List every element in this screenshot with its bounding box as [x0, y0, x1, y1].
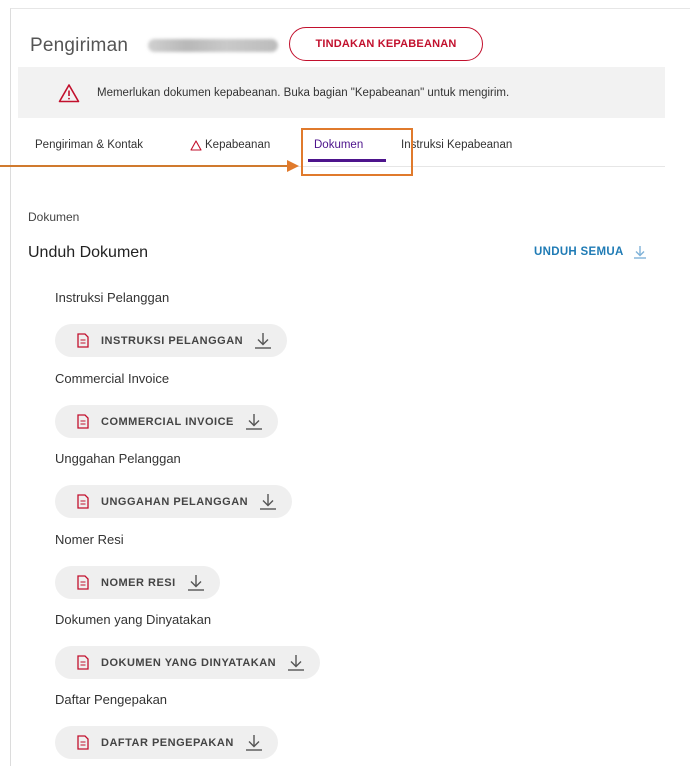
document-item: Dokumen yang Dinyatakan DOKUMEN YANG DIN…: [55, 612, 321, 679]
document-button-label: UNGGAHAN PELANGGAN: [101, 495, 249, 508]
download-icon: [253, 332, 273, 350]
document-button-label: COMMERCIAL INVOICE: [101, 415, 234, 428]
download-icon: [244, 734, 264, 752]
section-title: Unduh Dokumen: [28, 244, 149, 261]
section-label: Dokumen: [28, 210, 80, 224]
pdf-file-icon: [77, 414, 89, 429]
document-download-button[interactable]: INSTRUKSI PELANGGAN: [55, 324, 288, 357]
page-title: Pengiriman: [30, 35, 129, 56]
pdf-file-icon: [77, 735, 89, 750]
customs-action-button[interactable]: TINDAKAN KEPABEANAN: [289, 27, 483, 61]
document-button-label: INSTRUKSI PELANGGAN: [101, 334, 244, 347]
document-item: Nomer Resi NOMER RESI: [55, 532, 220, 599]
document-label: Unggahan Pelanggan: [55, 451, 181, 466]
tab-shipment-contact[interactable]: Pengiriman & Kontak: [35, 139, 143, 151]
annotation-pointer-line: [0, 165, 288, 167]
warning-icon: [190, 139, 202, 151]
warning-icon: [58, 83, 80, 103]
document-download-button[interactable]: NOMER RESI: [55, 566, 220, 599]
document-download-button[interactable]: DAFTAR PENGEPAKAN: [55, 726, 278, 759]
download-all-label: UNDUH SEMUA: [534, 246, 624, 258]
tab-customs-label: Kepabeanan: [205, 139, 271, 151]
annotation-arrow-icon: [287, 160, 299, 172]
customs-alert: Memerlukan dokumen kepabeanan. Buka bagi…: [18, 67, 665, 118]
document-label: Commercial Invoice: [55, 371, 170, 386]
pdf-file-icon: [77, 575, 89, 590]
download-all-button[interactable]: UNDUH SEMUA: [534, 244, 648, 260]
document-download-button[interactable]: UNGGAHAN PELANGGAN: [55, 485, 293, 518]
document-label: Instruksi Pelanggan: [55, 290, 170, 305]
document-download-button[interactable]: COMMERCIAL INVOICE: [55, 405, 278, 438]
document-item: Commercial Invoice COMMERCIAL INVOICE: [55, 371, 278, 438]
download-icon: [258, 493, 278, 511]
document-button-label: DOKUMEN YANG DINYATAKAN: [101, 656, 277, 669]
document-item: Instruksi Pelanggan INSTRUKSI PELANGGAN: [55, 290, 288, 357]
document-item: Daftar Pengepakan DAFTAR PENGEPAKAN: [55, 692, 278, 759]
download-icon: [632, 244, 648, 260]
annotation-highlight-box: [301, 128, 413, 176]
pdf-file-icon: [77, 333, 89, 348]
document-label: Nomer Resi: [55, 532, 124, 547]
document-button-label: NOMER RESI: [101, 576, 176, 589]
download-icon: [186, 574, 206, 592]
document-item: Unggahan Pelanggan UNGGAHAN PELANGGAN: [55, 451, 293, 518]
shipment-header: Pengiriman TINDAKAN KEPABEANAN: [30, 27, 680, 65]
pdf-file-icon: [77, 655, 89, 670]
tab-customs-instructions[interactable]: Instruksi Kepabeanan: [401, 139, 512, 151]
document-label: Daftar Pengepakan: [55, 692, 168, 707]
document-label: Dokumen yang Dinyatakan: [55, 612, 212, 627]
document-button-label: DAFTAR PENGEPAKAN: [101, 736, 234, 749]
download-icon: [244, 413, 264, 431]
pdf-file-icon: [77, 494, 89, 509]
redacted-shipment-id: [148, 39, 278, 52]
download-icon: [286, 654, 306, 672]
document-download-button[interactable]: DOKUMEN YANG DINYATAKAN: [55, 646, 321, 679]
tab-customs[interactable]: Kepabeanan: [190, 139, 270, 151]
alert-message: Memerlukan dokumen kepabeanan. Buka bagi…: [97, 86, 510, 99]
